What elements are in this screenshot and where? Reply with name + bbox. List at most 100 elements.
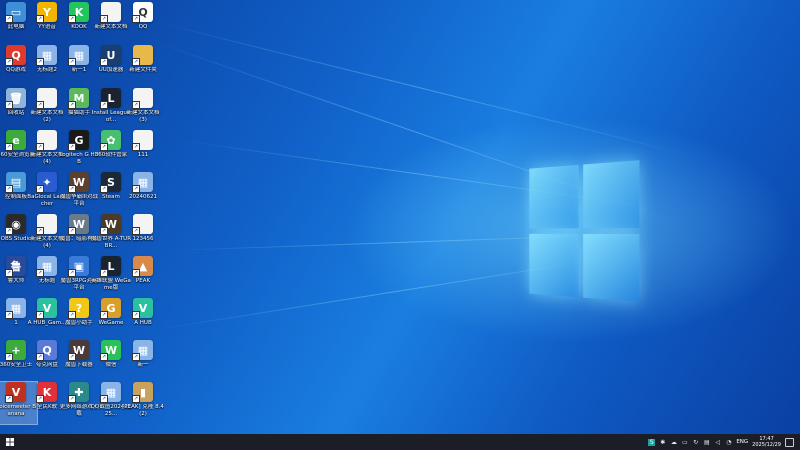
app-icon: ↗ [132, 214, 153, 235]
shortcut-arrow-icon: ↗ [100, 58, 108, 66]
input-language[interactable]: ENG [736, 439, 748, 445]
app-icon: + ↗ [5, 340, 26, 361]
shortcut-arrow-icon: ↗ [68, 353, 76, 361]
app-icon: 🗑 ↗ [5, 88, 26, 109]
app-icon: ▤ ↗ [5, 172, 26, 193]
monitor-icon[interactable]: ▭ [681, 439, 688, 446]
start-button[interactable] [0, 434, 20, 450]
desktop-icon-label: 20240621 [129, 194, 157, 200]
desktop-icon[interactable]: ↗ 新建文本文档 (3) [122, 88, 164, 130]
app-icon: ↗ [36, 214, 57, 235]
desktop-icon-label: PEAK [135, 278, 151, 284]
desktop-icon-label: 111 [137, 152, 149, 158]
app-icon: 鲁 ↗ [5, 256, 26, 277]
shortcut-arrow-icon: ↗ [5, 395, 13, 403]
app-icon: ✚ ↗ [68, 382, 89, 403]
app-icon: K ↗ [36, 382, 57, 403]
shortcut-arrow-icon: ↗ [36, 15, 44, 23]
desktop-icon[interactable]: ↗ 111 [122, 130, 164, 172]
shortcut-arrow-icon: ↗ [132, 227, 140, 235]
app-icon: V ↗ [5, 382, 26, 403]
clock[interactable]: 17:47 2025/12/29 [752, 436, 781, 448]
desktop-icon[interactable]: ↗ 新建文件夹 [122, 45, 164, 87]
shortcut-arrow-icon: ↗ [5, 143, 13, 151]
shortcut-arrow-icon: ↗ [100, 227, 108, 235]
shortcut-arrow-icon: ↗ [5, 269, 13, 277]
wechat-tray-icon[interactable]: ◔ [725, 439, 732, 446]
shortcut-arrow-icon: ↗ [132, 395, 140, 403]
notification-icon[interactable] [785, 437, 794, 447]
shortcut-arrow-icon: ↗ [36, 185, 44, 193]
app-tray-icon[interactable]: S [648, 438, 656, 446]
shortcut-arrow-icon: ↗ [36, 353, 44, 361]
shortcut-arrow-icon: ↗ [5, 311, 13, 319]
app-icon: V ↗ [36, 298, 57, 319]
app-icon: G ↗ [100, 298, 121, 319]
shortcut-arrow-icon: ↗ [100, 15, 108, 23]
desktop-icon[interactable]: ▦ ↗ 新一 [122, 340, 164, 382]
cloud-icon[interactable]: ☁ [670, 439, 677, 446]
network-icon[interactable]: ▤ [703, 439, 710, 446]
app-icon: ▮ ↗ [132, 382, 153, 403]
shortcut-arrow-icon: ↗ [132, 353, 140, 361]
app-icon: W ↗ [68, 172, 89, 193]
system-tray: S ✱ ☁ ▭ ↻ ▤ ◁ ◔ ENG 17:47 2025/12/29 [648, 434, 800, 450]
shortcut-arrow-icon: ↗ [100, 353, 108, 361]
app-icon: ▦ ↗ [132, 172, 153, 193]
volume-icon[interactable]: ◁ [714, 439, 721, 446]
shortcut-arrow-icon: ↗ [132, 58, 140, 66]
desktop-icon-label: 新建文本文档 (3) [126, 110, 160, 123]
shortcut-arrow-icon: ↗ [36, 58, 44, 66]
desktop-icon[interactable]: ▦ ↗ 20240621 [122, 172, 164, 214]
app-icon: ▣ ↗ [68, 256, 89, 277]
app-icon: ↗ [132, 130, 153, 151]
app-icon: ▦ ↗ [132, 340, 153, 361]
app-icon: ✦ ↗ [36, 172, 57, 193]
app-icon: ▦ ↗ [36, 45, 57, 66]
desktop-icon[interactable]: ▲ ↗ PEAK [122, 256, 164, 298]
app-icon: W ↗ [68, 340, 89, 361]
app-icon: ▦ ↗ [5, 298, 26, 319]
shortcut-arrow-icon: ↗ [36, 311, 44, 319]
shortcut-arrow-icon: ↗ [100, 269, 108, 277]
app-icon: ↗ [132, 45, 153, 66]
shortcut-arrow-icon: ↗ [100, 311, 108, 319]
shortcut-arrow-icon: ↗ [36, 101, 44, 109]
app-icon: ◉ ↗ [5, 214, 26, 235]
desktop-icon-label: [PEAK] 克隆 8.4 (2) [122, 404, 164, 417]
app-icon: ▲ ↗ [132, 256, 153, 277]
shortcut-arrow-icon: ↗ [5, 58, 13, 66]
desktop-icon[interactable]: Q ↗ QQ [122, 2, 164, 44]
app-icon: K ↗ [68, 2, 89, 23]
desktop-icon-label: 新一 [137, 362, 149, 368]
shortcut-arrow-icon: ↗ [132, 143, 140, 151]
shortcut-arrow-icon: ↗ [36, 269, 44, 277]
shortcut-arrow-icon: ↗ [68, 269, 76, 277]
desktop-icon-label: QQ [138, 24, 148, 30]
desktop-icon[interactable]: V ↗ A HUB [122, 298, 164, 340]
shortcut-arrow-icon: ↗ [100, 395, 108, 403]
desktop-icon[interactable]: ↗ 123456 [122, 214, 164, 256]
shortcut-arrow-icon: ↗ [132, 185, 140, 193]
app-icon: ▭ ↗ [5, 2, 26, 23]
shortcut-arrow-icon: ↗ [100, 185, 108, 193]
shortcut-arrow-icon: ↗ [68, 311, 76, 319]
taskbar: S ✱ ☁ ▭ ↻ ▤ ◁ ◔ ENG 17:47 2025/12/29 [0, 434, 800, 450]
app-icon: G ↗ [68, 130, 89, 151]
sync-icon[interactable]: ↻ [692, 439, 699, 446]
shortcut-arrow-icon: ↗ [68, 58, 76, 66]
shortcut-arrow-icon: ↗ [68, 395, 76, 403]
shortcut-arrow-icon: ↗ [5, 185, 13, 193]
shortcut-arrow-icon: ↗ [68, 227, 76, 235]
desktop-icon[interactable]: ▮ ↗ [PEAK] 克隆 8.4 (2) [122, 382, 164, 424]
shortcut-arrow-icon: ↗ [36, 227, 44, 235]
shortcut-arrow-icon: ↗ [68, 101, 76, 109]
app-icon: Q ↗ [36, 340, 57, 361]
app-icon: W ↗ [100, 340, 121, 361]
bluetooth-icon[interactable]: ✱ [659, 439, 666, 446]
app-icon: ↗ [132, 88, 153, 109]
app-icon: ↗ [36, 88, 57, 109]
desktop-icon-label: 新建文件夹 [129, 67, 157, 73]
shortcut-arrow-icon: ↗ [132, 15, 140, 23]
app-icon: U ↗ [100, 45, 121, 66]
